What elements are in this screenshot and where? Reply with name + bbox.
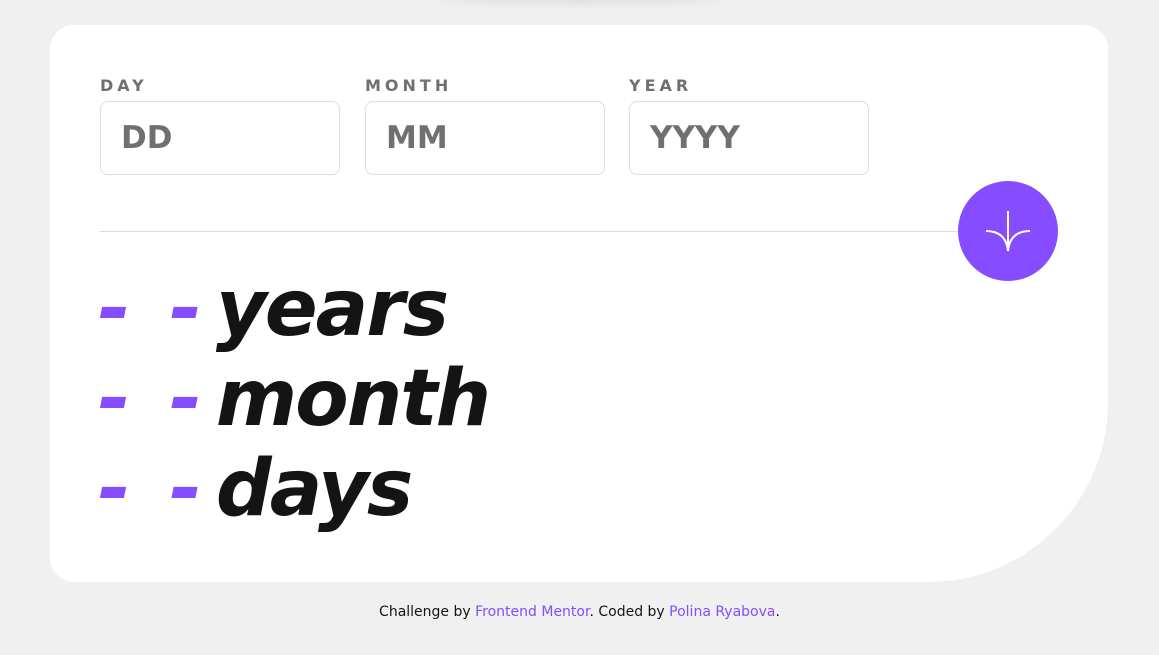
footer-prefix: Challenge by	[379, 604, 476, 620]
months-value: - -	[98, 354, 208, 444]
author-link[interactable]: Polina Ryabova	[669, 604, 775, 620]
age-calculator-card: DAY MONTH YEAR - -years - -month - -days	[50, 25, 1108, 582]
footer-suffix: .	[775, 604, 780, 620]
result-months: - - month	[98, 353, 491, 445]
month-field: MONTH	[365, 75, 605, 175]
days-value: - -	[98, 444, 208, 534]
footer-middle: . Coded by	[589, 604, 670, 620]
year-field: YEAR	[629, 75, 869, 175]
day-input[interactable]	[100, 101, 340, 175]
result-days: - - days	[98, 443, 413, 535]
divider	[100, 231, 1010, 232]
month-label: MONTH	[365, 76, 453, 95]
day-label: DAY	[100, 76, 148, 95]
years-unit: years	[215, 264, 449, 354]
month-input[interactable]	[365, 101, 605, 175]
frontend-mentor-link[interactable]: Frontend Mentor	[475, 604, 589, 620]
days-unit: days	[215, 444, 413, 534]
submit-button[interactable]	[958, 181, 1058, 281]
attribution-footer: Challenge by Frontend Mentor. Coded by P…	[0, 604, 1159, 620]
year-label: YEAR	[629, 76, 693, 95]
months-unit: month	[215, 354, 491, 444]
day-field: DAY	[100, 75, 340, 175]
years-value: - -	[98, 264, 208, 354]
result-years: - - years	[98, 263, 449, 355]
arrow-down-icon	[985, 211, 1031, 252]
year-input[interactable]	[629, 101, 869, 175]
